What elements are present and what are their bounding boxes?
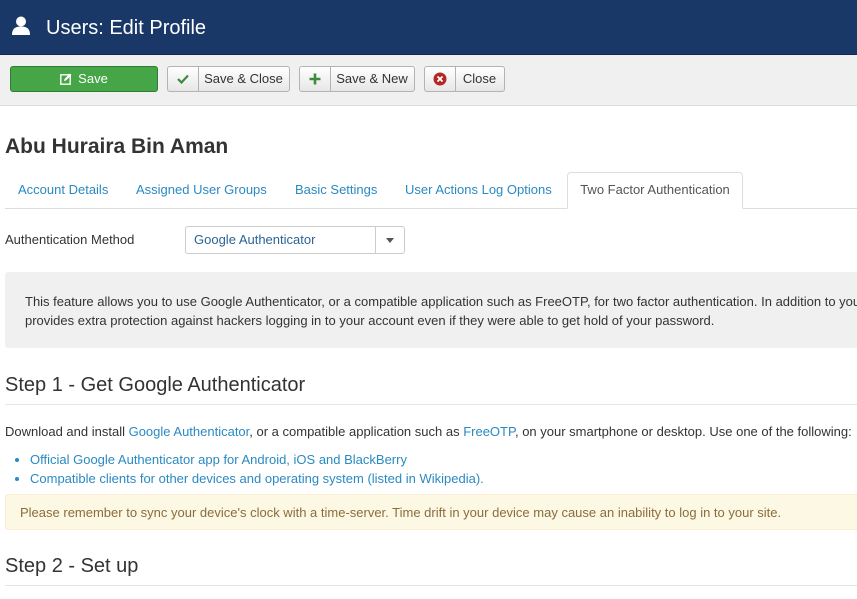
save-button[interactable]: Save — [10, 66, 158, 92]
page-header: Users: Edit Profile — [0, 0, 857, 55]
user-icon — [12, 16, 30, 35]
compatible-clients-link[interactable]: Compatible clients for other devices and… — [30, 471, 484, 486]
official-apps-link[interactable]: Official Google Authenticator app for An… — [30, 452, 407, 467]
authentication-method-select[interactable]: Google Authenticator — [185, 226, 405, 254]
download-instructions: Download and install Google Authenticato… — [5, 424, 852, 439]
download-prefix: Download and install — [5, 424, 129, 439]
edit-icon — [60, 73, 72, 85]
tab-bar: Account Details Assigned User Groups Bas… — [5, 172, 857, 209]
warning-box: Please remember to sync your device's cl… — [5, 494, 857, 530]
freeotp-link[interactable]: FreeOTP — [463, 424, 515, 439]
save-close-label: Save & Close — [204, 71, 283, 86]
warning-text: Please remember to sync your device's cl… — [20, 505, 782, 520]
list-item: Compatible clients for other devices and… — [30, 469, 484, 488]
plus-icon — [309, 73, 321, 85]
save-label: Save — [78, 71, 108, 86]
save-new-label: Save & New — [336, 71, 408, 86]
save-close-button[interactable]: Save & Close — [167, 66, 290, 92]
tab-user-actions-log-options[interactable]: User Actions Log Options — [405, 172, 552, 208]
list-item: Official Google Authenticator app for An… — [30, 450, 484, 469]
save-new-button[interactable]: Save & New — [299, 66, 415, 92]
toolbar: Save Save & Close Save & New Close — [0, 55, 857, 106]
info-line-1: This feature allows you to use Google Au… — [25, 294, 857, 309]
checkmark-icon — [177, 74, 189, 84]
download-suffix: , on your smartphone or desktop. Use one… — [514, 424, 852, 439]
page-title: Users: Edit Profile — [46, 17, 207, 39]
close-circle-icon — [433, 72, 447, 86]
step-2-heading: Step 2 - Set up — [5, 555, 857, 586]
info-box: This feature allows you to use Google Au… — [5, 272, 857, 348]
info-line-2: provides extra protection against hacker… — [25, 313, 715, 328]
selected-method: Google Authenticator — [194, 232, 316, 247]
caret-down-icon — [386, 237, 394, 243]
authentication-method-label: Authentication Method — [5, 232, 135, 247]
close-button[interactable]: Close — [424, 66, 505, 92]
google-authenticator-link[interactable]: Google Authenticator — [129, 424, 250, 439]
tab-account-details[interactable]: Account Details — [18, 172, 108, 208]
tab-two-factor-authentication[interactable]: Two Factor Authentication — [567, 172, 743, 209]
profile-name: Abu Huraira Bin Aman — [5, 135, 229, 158]
tab-assigned-user-groups[interactable]: Assigned User Groups — [136, 172, 267, 208]
download-middle: , or a compatible application such as — [249, 424, 464, 439]
close-label: Close — [462, 71, 497, 86]
client-links-list: Official Google Authenticator app for An… — [5, 450, 484, 488]
step-1-heading: Step 1 - Get Google Authenticator — [5, 374, 857, 405]
info-text: This feature allows you to use Google Au… — [25, 292, 857, 330]
tab-basic-settings[interactable]: Basic Settings — [295, 172, 377, 208]
